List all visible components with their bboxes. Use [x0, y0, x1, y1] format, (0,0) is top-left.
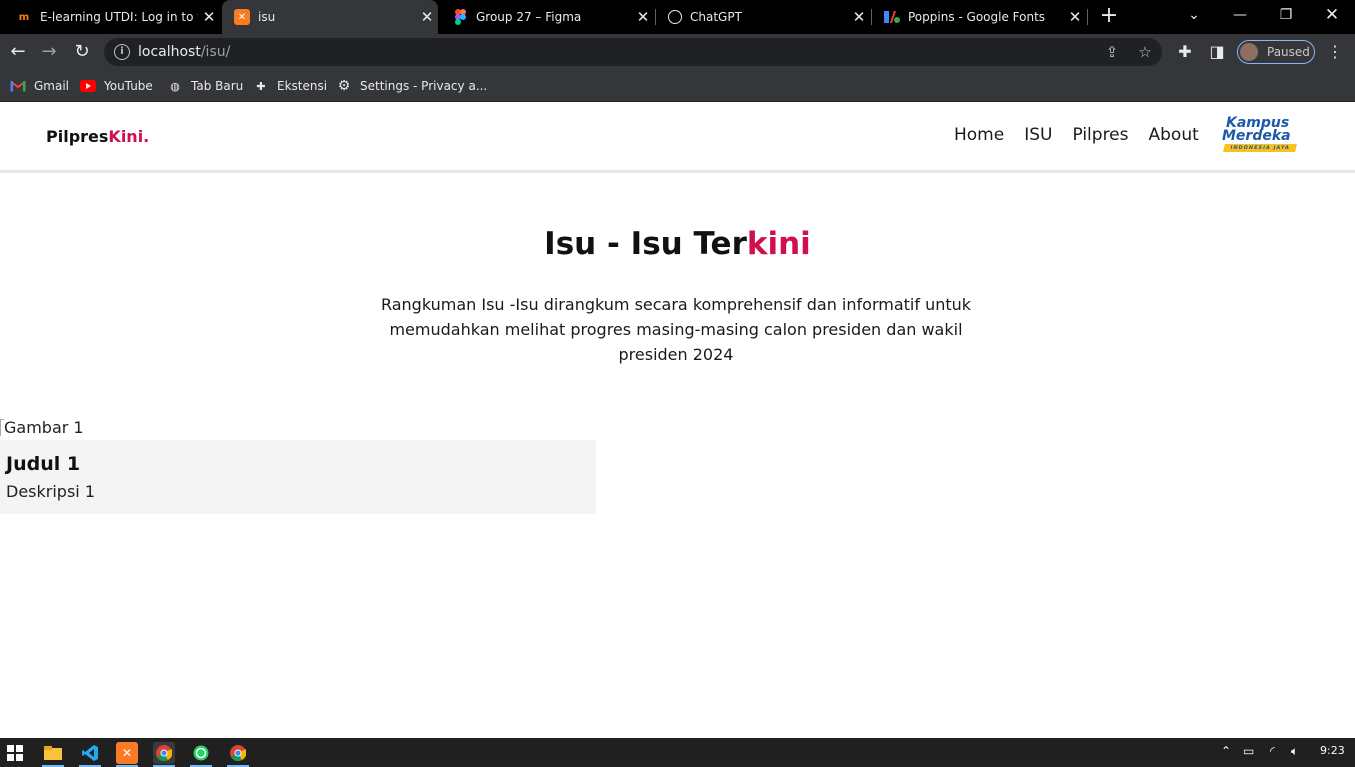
tab-title: E-learning UTDI: Log in to th — [40, 10, 198, 24]
web-page: PilpresKini. Home ISU Pilpres About Kamp… — [0, 102, 1355, 738]
site-brand[interactable]: PilpresKini. — [46, 127, 149, 146]
card-description: Deskripsi 1 — [6, 482, 95, 501]
gear-icon: ⚙ — [337, 78, 351, 94]
chrome-alt-icon[interactable] — [227, 742, 249, 767]
close-icon[interactable]: ✕ — [198, 8, 220, 26]
tab-title: Poppins - Google Fonts — [908, 10, 1046, 24]
title-accent: kini — [746, 226, 811, 262]
url-text: localhost/isu/ — [138, 44, 230, 60]
gmail-icon — [10, 78, 26, 94]
reload-button[interactable]: ↻ — [71, 41, 93, 63]
figma-icon — [452, 9, 468, 25]
tab-google-fonts[interactable]: Poppins - Google Fonts ✕ — [872, 0, 1086, 34]
clock-time[interactable]: 9:23 — [1320, 744, 1345, 757]
bookmark-label: YouTube — [104, 79, 153, 93]
back-button[interactable]: ← — [7, 41, 29, 63]
tab-isu[interactable]: ✕ isu ✕ — [222, 0, 438, 34]
xampp-icon[interactable]: ✕ — [116, 742, 138, 767]
brand-accent: Kini. — [108, 127, 150, 146]
bookmark-label: Settings - Privacy a... — [360, 79, 488, 93]
tab-elearning[interactable]: m E-learning UTDI: Log in to th ✕ — [4, 0, 220, 34]
restore-button[interactable]: ❐ — [1266, 4, 1306, 26]
new-tab-button[interactable]: + — [1098, 4, 1120, 28]
close-icon[interactable]: ✕ — [1064, 8, 1086, 26]
whatsapp-icon[interactable] — [190, 742, 212, 767]
brand-main: Pilpres — [46, 127, 109, 146]
nav-link-pilpres[interactable]: Pilpres — [1072, 125, 1128, 145]
show-hidden-icons-icon[interactable]: ⌃ — [1221, 744, 1231, 758]
card-image-alt: Gambar 1 — [4, 417, 84, 437]
logo-line-3: INDONESIA JAYA — [1223, 144, 1297, 152]
share-icon[interactable]: ⇪ — [1102, 42, 1122, 62]
tab-figma[interactable]: Group 27 – Figma ✕ — [440, 0, 654, 34]
star-icon[interactable]: ☆ — [1135, 42, 1155, 62]
browser-tab-bar: m E-learning UTDI: Log in to th ✕ ✕ isu … — [0, 0, 1355, 34]
chatgpt-icon — [668, 10, 682, 24]
bookmark-ekstensi[interactable]: ✚ Ekstensi — [253, 77, 327, 95]
logo-line-2: Merdeka — [1222, 128, 1291, 144]
bookmark-gmail[interactable]: Gmail — [10, 77, 69, 95]
site-info-icon[interactable]: i — [114, 44, 130, 60]
youtube-icon — [80, 78, 96, 94]
avatar — [1240, 43, 1258, 61]
site-navbar: PilpresKini. Home ISU Pilpres About Kamp… — [0, 102, 1355, 173]
tab-separator — [1087, 9, 1088, 25]
bookmark-label: Ekstensi — [277, 79, 328, 93]
globe-icon: ◍ — [170, 79, 180, 93]
wifi-icon[interactable]: ◜ — [1270, 744, 1275, 758]
forward-button[interactable]: → — [38, 41, 60, 63]
nav-link-isu[interactable]: ISU — [1024, 125, 1052, 145]
bookmark-label: Gmail — [34, 79, 70, 93]
issue-card[interactable]: Judul 1 Deskripsi 1 — [0, 440, 596, 514]
bookmark-youtube[interactable]: YouTube — [80, 77, 153, 95]
profile-button[interactable]: Paused — [1237, 40, 1315, 64]
page-description: Rangkuman Isu -Isu dirangkum secara komp… — [380, 295, 972, 364]
volume-icon[interactable]: 🔈︎ — [1291, 744, 1298, 759]
url-host: localhost — [138, 44, 201, 60]
bookmark-label: Tab Baru — [191, 79, 244, 93]
card-image: Gambar 1 — [0, 417, 84, 437]
title-main: Isu - Isu Ter — [544, 226, 747, 262]
windows-taskbar: ✕ ⌃ ▭ ◜ 🔈︎ 9:23 — [0, 738, 1355, 767]
close-window-button[interactable]: ✕ — [1312, 4, 1352, 26]
windows-start-icon[interactable] — [4, 742, 26, 764]
bookmarks-bar: Gmail YouTube ◍ Tab Baru ✚ Ekstensi ⚙ Se… — [0, 70, 1355, 102]
nav-link-home[interactable]: Home — [954, 125, 1004, 145]
google-fonts-icon — [884, 9, 900, 25]
side-panel-icon[interactable]: ◨ — [1206, 41, 1228, 63]
tab-title: Group 27 – Figma — [476, 10, 582, 24]
bookmark-tab-baru[interactable]: ◍ Tab Baru — [167, 77, 243, 95]
moodle-icon: m — [18, 11, 30, 23]
puzzle-icon: ✚ — [256, 79, 266, 93]
close-icon[interactable]: ✕ — [416, 8, 438, 26]
tab-title: ChatGPT — [690, 10, 742, 24]
close-icon[interactable]: ✕ — [848, 8, 870, 26]
browser-toolbar: ← → ↻ i localhost/isu/ ⇪ ☆ ✚ ◨ Paused ⋮ — [0, 34, 1355, 70]
url-path: /isu/ — [200, 44, 231, 60]
address-bar[interactable]: i localhost/isu/ ⇪ ☆ — [104, 38, 1162, 66]
battery-icon[interactable]: ▭ — [1243, 744, 1254, 758]
kampus-merdeka-logo: Kampus Merdeka INDONESIA JAYA — [1222, 115, 1300, 157]
close-icon[interactable]: ✕ — [632, 8, 654, 26]
xampp-icon: ✕ — [234, 9, 250, 25]
tab-chatgpt[interactable]: ChatGPT ✕ — [656, 0, 870, 34]
extensions-puzzle-icon[interactable]: ✚ — [1174, 41, 1196, 63]
minimize-button[interactable]: — — [1220, 4, 1260, 26]
card-title: Judul 1 — [6, 453, 81, 475]
profile-status: Paused — [1267, 45, 1310, 59]
menu-kebab-icon[interactable]: ⋮ — [1324, 41, 1346, 63]
chrome-icon[interactable] — [153, 742, 175, 767]
tab-title: isu — [258, 10, 276, 24]
page-title: Isu - Isu Terkini — [0, 226, 1355, 262]
nav-links: Home ISU Pilpres About — [954, 125, 1199, 145]
nav-link-about[interactable]: About — [1149, 125, 1199, 145]
tab-search-button[interactable]: ⌄ — [1174, 4, 1214, 26]
vscode-icon[interactable] — [79, 742, 101, 767]
file-explorer-icon[interactable] — [42, 742, 64, 767]
bookmark-settings[interactable]: ⚙ Settings - Privacy a... — [336, 77, 488, 95]
